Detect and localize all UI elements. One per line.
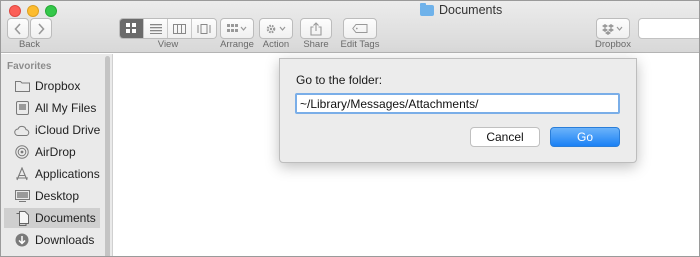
go-to-folder-dialog: Go to the folder: Cancel Go [279,58,637,163]
minimize-window-button[interactable] [27,5,39,17]
window-title: Documents [420,2,502,18]
sidebar-item-label: All My Files [35,101,97,115]
dropbox-label: Dropbox [595,39,631,50]
desktop-icon [14,188,30,204]
applications-icon [14,166,30,182]
dialog-title: Go to the folder: [296,73,383,87]
columns-icon [173,23,186,34]
search-input[interactable] [638,18,699,39]
cover-flow-icon [197,23,211,34]
cover-flow-button[interactable] [192,19,216,38]
sidebar-item-all-my-files[interactable]: All My Files [1,98,112,118]
sidebar-item-label: Documents [35,211,96,225]
column-view-button[interactable] [168,19,192,38]
sidebar-item-applications[interactable]: Applications [1,164,112,184]
share-icon [310,21,322,36]
sidebar-item-label: AirDrop [35,145,76,159]
folder-icon [14,78,30,94]
arrange-button[interactable] [220,18,254,39]
documents-icon [14,210,30,226]
grid-icon [126,23,136,33]
folder-path-input[interactable] [295,93,620,114]
chevron-right-icon [38,22,45,35]
sidebar-item-airdrop[interactable]: AirDrop [1,142,112,162]
gear-icon [266,24,286,33]
downloads-icon [14,232,30,248]
titlebar: Documents Back View Arrange Action Share… [1,1,699,53]
list-icon [149,23,162,34]
dropbox-button[interactable] [596,18,630,39]
arrange-grid-icon [227,23,247,32]
cloud-icon [14,122,30,138]
sidebar-item-dropbox[interactable]: Dropbox [1,76,112,96]
finder-window: Documents Back View Arrange Action Share… [0,0,700,257]
sidebar-heading: Favorites [7,61,52,72]
tag-icon [352,24,368,33]
edit-tags-label: Edit Tags [340,39,380,50]
sidebar-item-desktop[interactable]: Desktop [1,186,112,206]
edit-tags-button[interactable] [343,18,377,39]
forward-button[interactable] [30,18,52,39]
share-label: Share [303,39,329,50]
sidebar-scrollbar[interactable] [105,56,110,256]
sidebar-item-label: Desktop [35,189,80,203]
back-button[interactable] [7,18,29,39]
sidebar-item-icloud-drive[interactable]: iCloud Drive [1,120,112,140]
close-window-button[interactable] [9,5,21,17]
dropbox-icon [602,23,623,35]
arrange-label: Arrange [220,39,254,50]
sidebar-item-label: Downloads [35,233,95,247]
list-view-button[interactable] [144,19,168,38]
view-mode-control[interactable] [119,18,217,39]
action-button[interactable] [259,18,293,39]
sidebar-item-downloads[interactable]: Downloads [1,230,112,250]
zoom-window-button[interactable] [45,5,57,17]
sidebar-item-label: iCloud Drive [35,123,101,137]
view-label: View [157,39,179,50]
sidebar-item-documents[interactable]: Documents [4,208,100,228]
chevron-left-icon [14,22,21,35]
airdrop-icon [14,144,30,160]
window-title-text: Documents [439,3,503,17]
icon-view-button[interactable] [120,19,144,38]
go-button[interactable]: Go [550,127,620,147]
back-label: Back [18,39,41,50]
sidebar-item-label: Applications [35,167,100,181]
sidebar: Favorites Dropbox All My Files iCloud Dr… [1,54,113,256]
all-files-icon [14,100,30,116]
folder-icon [420,2,434,16]
cancel-button[interactable]: Cancel [470,127,540,147]
sidebar-item-label: Dropbox [35,79,81,93]
action-label: Action [262,39,290,50]
share-button[interactable] [300,18,332,39]
